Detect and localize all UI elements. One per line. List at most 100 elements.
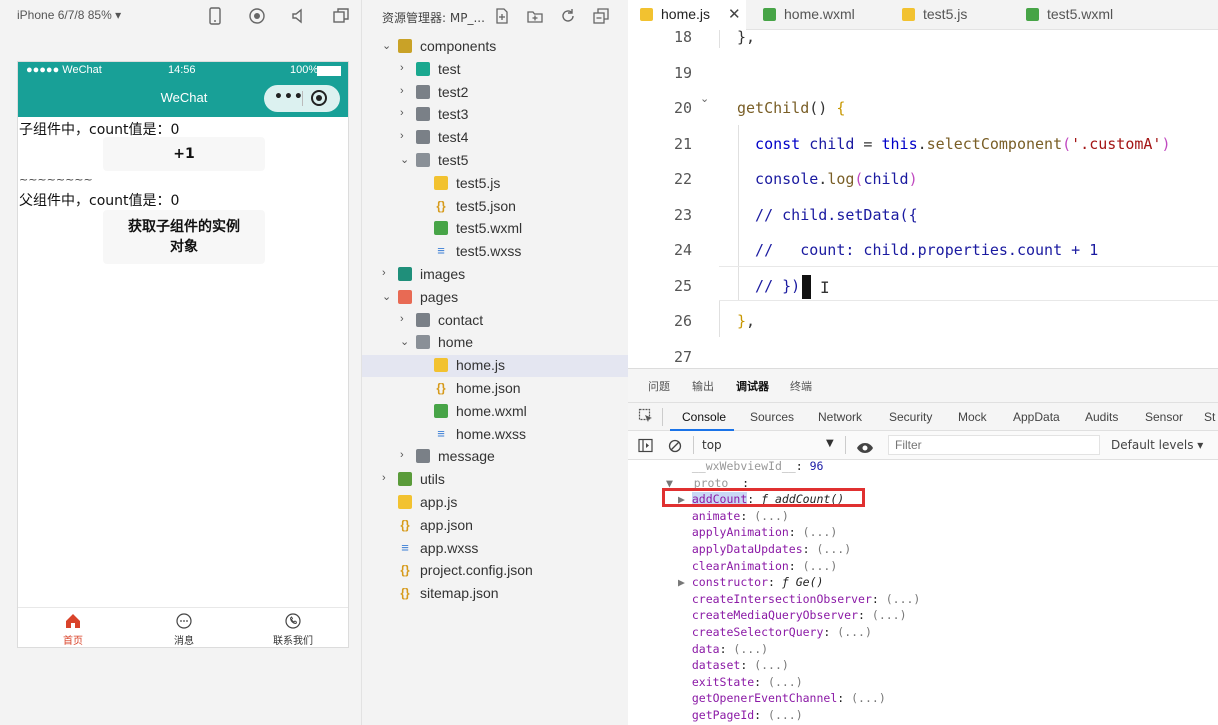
tab-output[interactable]: 输出 [692, 378, 714, 394]
console-property-row[interactable]: exitState: (...) [678, 675, 803, 689]
tree-item-contact[interactable]: › contact [362, 310, 628, 332]
context-selector[interactable]: top [702, 438, 722, 452]
code-line[interactable]: 18}, [628, 20, 1218, 55]
context-dropdown-icon[interactable]: ▼ [826, 438, 834, 449]
chevron-down-icon[interactable]: ⌄ [400, 153, 412, 167]
tree-item-test4[interactable]: › test4 [362, 127, 628, 149]
tree-item-app-js[interactable]: app.js [362, 492, 628, 514]
chevron-right-icon[interactable]: › [400, 62, 412, 76]
panel-sources[interactable]: Sources [750, 410, 794, 424]
record-icon[interactable] [247, 6, 267, 26]
chevron-right-icon[interactable]: › [400, 313, 412, 327]
code-line[interactable]: 24 // count: child.properties.count + 1 [628, 233, 1218, 268]
tree-item-sitemap-json[interactable]: {} sitemap.json [362, 583, 628, 605]
chevron-down-icon[interactable]: ⌄ [382, 290, 394, 304]
panel-audits[interactable]: Audits [1085, 410, 1118, 424]
clear-console-icon[interactable] [668, 438, 682, 453]
expand-right-icon[interactable]: ▶ [678, 575, 692, 589]
tree-item-home-wxss[interactable]: ≡ home.wxss [362, 424, 628, 446]
log-levels-dropdown[interactable]: Default levels ▾ [1111, 438, 1203, 452]
tree-item-app-wxss[interactable]: ≡ app.wxss [362, 538, 628, 560]
panel-appdata[interactable]: AppData [1013, 410, 1060, 424]
console-property-row[interactable]: dataset: (...) [678, 658, 789, 672]
chevron-right-icon[interactable]: › [382, 267, 394, 281]
tree-item-pages[interactable]: ⌄ pages [362, 287, 628, 309]
get-child-instance-button[interactable]: 获取子组件的实例 对象 [103, 210, 265, 264]
detach-window-icon[interactable] [331, 6, 351, 26]
panel-network[interactable]: Network [818, 410, 862, 424]
tree-item-test5-js[interactable]: test5.js [362, 173, 628, 195]
more-icon[interactable]: ••• [274, 89, 304, 105]
sidebar-toggle-icon[interactable] [638, 438, 653, 453]
console-property-row[interactable]: __wxWebviewId__: 96 [678, 459, 824, 473]
close-miniprogram-icon[interactable] [311, 90, 327, 106]
code-line[interactable]: 21 const child = this.selectComponent('.… [628, 127, 1218, 162]
panel-security[interactable]: Security [889, 410, 932, 424]
code-line[interactable]: 26}, [628, 304, 1218, 339]
tab-debugger[interactable]: 调试器 [736, 378, 769, 394]
tree-item-images[interactable]: › images [362, 264, 628, 286]
tree-item-home-js[interactable]: home.js [362, 355, 628, 378]
console-property-row[interactable]: getOpenerEventChannel: (...) [678, 691, 886, 705]
panel-mock[interactable]: Mock [958, 410, 987, 424]
chevron-down-icon[interactable]: ⌄ [382, 39, 394, 53]
phone-icon[interactable] [205, 6, 225, 26]
speaker-icon[interactable] [289, 6, 309, 26]
console-indent [678, 625, 692, 639]
chevron-right-icon[interactable]: › [382, 472, 394, 486]
tree-item-test5-json[interactable]: {} test5.json [362, 196, 628, 218]
plus-one-button[interactable]: +1 [103, 137, 265, 171]
chevron-right-icon[interactable]: › [400, 130, 412, 144]
code-line[interactable]: 19 [628, 56, 1218, 91]
tab-contact[interactable]: 联系我们 [263, 612, 323, 647]
console-property-row[interactable]: getPageId: (...) [678, 708, 803, 722]
chevron-right-icon[interactable]: › [400, 85, 412, 99]
menu-capsule[interactable]: ••• [264, 85, 340, 112]
tree-item-home[interactable]: ⌄ home [362, 332, 628, 354]
panel-console[interactable]: Console [682, 410, 726, 424]
chevron-right-icon[interactable]: › [400, 449, 412, 463]
tree-item-test[interactable]: › test [362, 59, 628, 81]
console-property-row[interactable]: clearAnimation: (...) [678, 559, 837, 573]
tree-item-app-json[interactable]: {} app.json [362, 515, 628, 537]
console-property-row[interactable]: createMediaQueryObserver: (...) [678, 608, 907, 622]
console-property-row[interactable]: data: (...) [678, 642, 768, 656]
tree-item-home-json[interactable]: {} home.json [362, 378, 628, 400]
tab-problems[interactable]: 问题 [648, 378, 670, 394]
chevron-right-icon[interactable]: › [400, 107, 412, 121]
tree-item-test3[interactable]: › test3 [362, 104, 628, 126]
code-line[interactable]: 22 console.log(child) [628, 162, 1218, 197]
tab-terminal[interactable]: 终端 [790, 378, 812, 394]
console-property-row[interactable]: createIntersectionObserver: (...) [678, 592, 921, 606]
tree-item-test5-wxss[interactable]: ≡ test5.wxss [362, 241, 628, 263]
tree-item-message[interactable]: › message [362, 446, 628, 468]
inspect-element-icon[interactable] [638, 408, 654, 424]
console-property-row[interactable]: animate: (...) [678, 509, 789, 523]
eye-icon[interactable] [856, 439, 874, 453]
tree-item-test2[interactable]: › test2 [362, 82, 628, 104]
tab-messages[interactable]: 消息 [154, 612, 214, 647]
refresh-icon[interactable] [559, 7, 577, 25]
device-selector[interactable]: iPhone 6/7/8 85% ▾ [17, 8, 121, 22]
chevron-down-icon[interactable]: ⌄ [400, 335, 412, 349]
console-property-row[interactable]: ▶ constructor: ƒ Ge() [678, 575, 823, 589]
console-property-row[interactable]: createSelectorQuery: (...) [678, 625, 872, 639]
tab-home[interactable]: 首页 [43, 612, 103, 647]
panel-more[interactable]: St [1204, 410, 1215, 424]
console-property-row[interactable]: applyAnimation: (...) [678, 525, 837, 539]
new-file-icon[interactable] [493, 7, 511, 25]
tree-item-test5[interactable]: ⌄ test5 [362, 150, 628, 172]
code-line[interactable]: 20 getChild() { [628, 91, 1218, 126]
panel-sensor[interactable]: Sensor [1145, 410, 1183, 424]
tree-item-project-config-json[interactable]: {} project.config.json [362, 560, 628, 582]
new-folder-icon[interactable] [526, 7, 544, 25]
fold-chevron-icon[interactable]: ⌄ [700, 92, 709, 105]
tree-item-home-wxml[interactable]: home.wxml [362, 401, 628, 423]
console-filter-input[interactable] [888, 435, 1100, 455]
console-property-row[interactable]: applyDataUpdates: (...) [678, 542, 851, 556]
tree-item-utils[interactable]: › utils [362, 469, 628, 491]
tree-item-components[interactable]: ⌄ components [362, 36, 628, 58]
code-line[interactable]: 23 // child.setData({ [628, 198, 1218, 233]
collapse-all-icon[interactable] [592, 7, 610, 25]
tree-item-test5-wxml[interactable]: test5.wxml [362, 218, 628, 240]
